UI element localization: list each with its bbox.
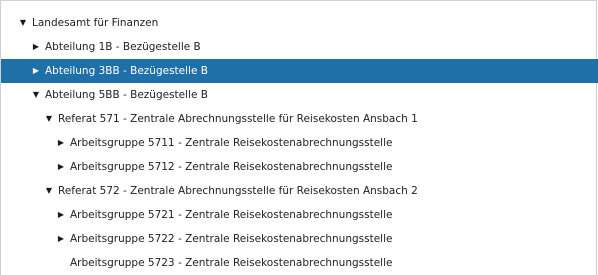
tree-view-frame: ▼ Landesamt für Finanzen ▶ Abteilung 1B … — [0, 0, 598, 275]
tree-node-arbeitsgruppe-5723[interactable]: Arbeitsgruppe 5723 - Zentrale Reisekoste… — [1, 251, 598, 275]
tree-node-abteilung-1b[interactable]: ▶ Abteilung 1B - Bezügestelle B — [1, 35, 598, 59]
tree-node-label: Arbeitsgruppe 5723 - Zentrale Reisekoste… — [70, 257, 393, 269]
triangle-right-icon[interactable]: ▶ — [56, 155, 66, 179]
triangle-right-icon[interactable]: ▶ — [56, 131, 66, 155]
triangle-down-icon[interactable]: ▼ — [44, 107, 54, 131]
tree-node-arbeitsgruppe-5722[interactable]: ▶ Arbeitsgruppe 5722 - Zentrale Reisekos… — [1, 227, 598, 251]
triangle-right-icon[interactable]: ▶ — [56, 227, 66, 251]
tree-node-referat-571[interactable]: ▼ Referat 571 - Zentrale Abrechnungsstel… — [1, 107, 598, 131]
triangle-down-icon[interactable]: ▼ — [31, 83, 41, 107]
tree-node-label: Abteilung 1B - Bezügestelle B — [45, 41, 201, 53]
tree-node-label: Arbeitsgruppe 5711 - Zentrale Reisekoste… — [70, 137, 393, 149]
tree-node-landesamt[interactable]: ▼ Landesamt für Finanzen — [1, 11, 598, 35]
triangle-down-icon[interactable]: ▼ — [18, 11, 28, 35]
org-tree: ▼ Landesamt für Finanzen ▶ Abteilung 1B … — [1, 11, 598, 275]
tree-node-arbeitsgruppe-5712[interactable]: ▶ Arbeitsgruppe 5712 - Zentrale Reisekos… — [1, 155, 598, 179]
tree-node-label: Abteilung 3BB - Bezügestelle B — [45, 65, 208, 77]
tree-node-label: Arbeitsgruppe 5721 - Zentrale Reisekoste… — [70, 209, 393, 221]
tree-node-label: Arbeitsgruppe 5722 - Zentrale Reisekoste… — [70, 233, 393, 245]
tree-node-label: Abteilung 5BB - Bezügestelle B — [45, 89, 208, 101]
tree-node-label: Arbeitsgruppe 5712 - Zentrale Reisekoste… — [70, 161, 393, 173]
tree-node-arbeitsgruppe-5721[interactable]: ▶ Arbeitsgruppe 5721 - Zentrale Reisekos… — [1, 203, 598, 227]
tree-node-label: Referat 572 - Zentrale Abrechnungsstelle… — [58, 185, 418, 197]
triangle-right-icon[interactable]: ▶ — [56, 203, 66, 227]
tree-node-label: Referat 571 - Zentrale Abrechnungsstelle… — [58, 113, 418, 125]
triangle-right-icon[interactable]: ▶ — [31, 35, 41, 59]
triangle-right-icon[interactable]: ▶ — [31, 59, 41, 83]
tree-node-abteilung-3bb[interactable]: ▶ Abteilung 3BB - Bezügestelle B — [1, 59, 598, 83]
triangle-down-icon[interactable]: ▼ — [44, 179, 54, 203]
tree-node-referat-572[interactable]: ▼ Referat 572 - Zentrale Abrechnungsstel… — [1, 179, 598, 203]
tree-node-arbeitsgruppe-5711[interactable]: ▶ Arbeitsgruppe 5711 - Zentrale Reisekos… — [1, 131, 598, 155]
tree-node-label: Landesamt für Finanzen — [32, 17, 159, 29]
tree-node-abteilung-5bb[interactable]: ▼ Abteilung 5BB - Bezügestelle B — [1, 83, 598, 107]
